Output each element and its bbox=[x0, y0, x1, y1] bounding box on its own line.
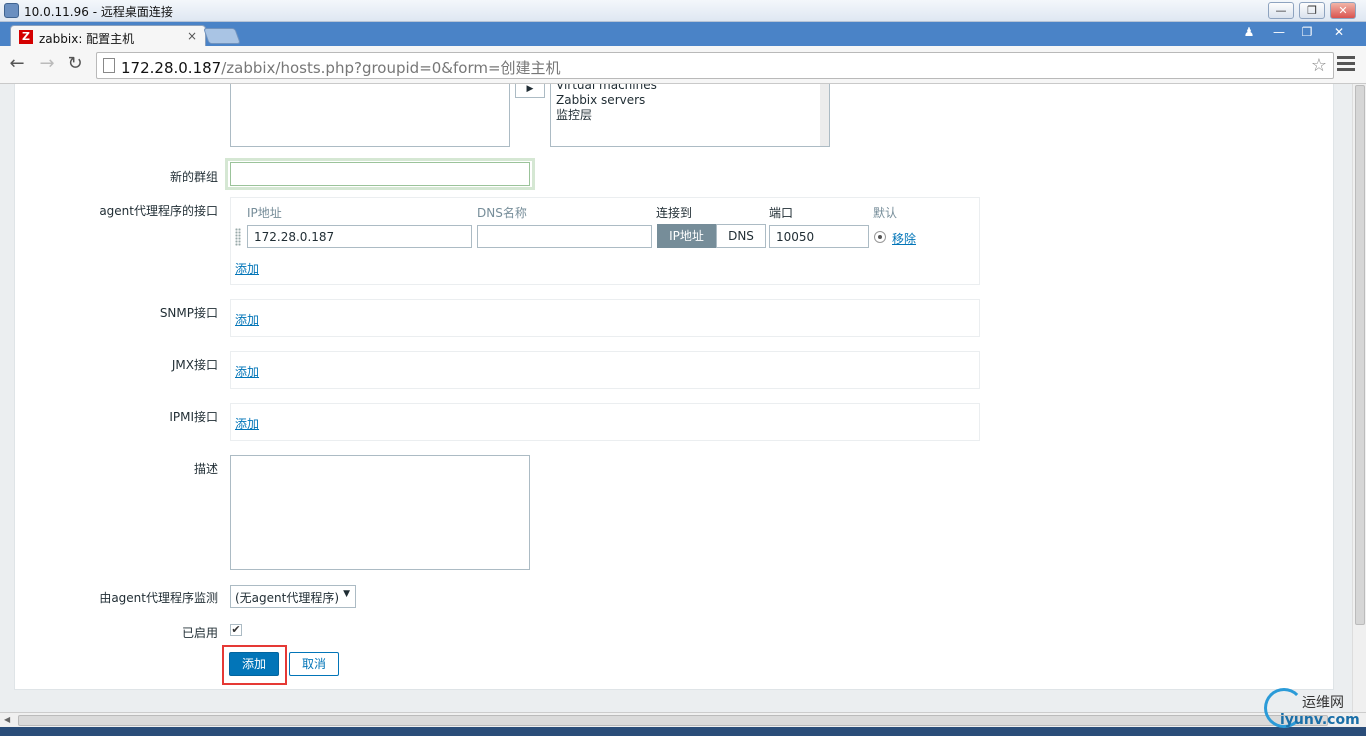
horizontal-scrollbar[interactable]: ◀ bbox=[0, 712, 1366, 727]
list-item[interactable]: Virtual machines bbox=[556, 84, 824, 93]
address-bar[interactable]: 172.28.0.187/zabbix/hosts.php?groupid=0&… bbox=[96, 52, 1334, 79]
new-tab-button[interactable] bbox=[203, 28, 241, 44]
url-path: /zabbix/hosts.php?groupid=0&form=创建主机 bbox=[221, 59, 561, 77]
rdp-title-bar: 10.0.11.96 - 远程桌面连接 — ❐ ✕ bbox=[0, 0, 1366, 22]
browser-toolbar: ← → ↻ 172.28.0.187/zabbix/hosts.php?grou… bbox=[0, 46, 1366, 84]
vertical-scrollbar[interactable] bbox=[1352, 84, 1366, 712]
radio-dot-icon bbox=[878, 235, 882, 239]
jmx-interfaces-box: 添加 bbox=[230, 351, 980, 389]
page-viewport: ▶ Virtual machines Zabbix servers 监控层 新的… bbox=[0, 84, 1352, 712]
add-button[interactable]: 添加 bbox=[229, 652, 279, 676]
page-icon bbox=[103, 58, 115, 73]
tab-title: zabbix: 配置主机 bbox=[39, 32, 135, 46]
new-group-label: 新的群组 bbox=[169, 170, 218, 184]
host-form-content: ▶ Virtual machines Zabbix servers 监控层 新的… bbox=[14, 84, 1334, 690]
horizontal-scroll-thumb[interactable] bbox=[18, 715, 1328, 726]
back-arrow-icon[interactable]: ← bbox=[6, 54, 28, 76]
snmp-interfaces-label: SNMP接口 bbox=[159, 306, 218, 320]
agent-port-input[interactable] bbox=[769, 225, 869, 248]
remote-desktop-icon bbox=[4, 3, 19, 18]
rdp-restore-button[interactable]: ❐ bbox=[1299, 2, 1325, 19]
browser-close-button[interactable]: ✕ bbox=[1326, 23, 1352, 41]
new-group-focus-ring bbox=[225, 158, 535, 190]
agent-dns-input[interactable] bbox=[477, 225, 652, 248]
add-ipmi-interface-link[interactable]: 添加 bbox=[235, 415, 259, 432]
agent-interfaces-box: IP地址 DNS名称 连接到 端口 默认 IP地址 DNS 移除 添加 bbox=[230, 197, 980, 285]
user-profile-icon[interactable]: ♟ bbox=[1236, 23, 1262, 41]
ipmi-interfaces-box: 添加 bbox=[230, 403, 980, 441]
rdp-close-button[interactable]: ✕ bbox=[1330, 2, 1356, 19]
enabled-label: 已启用 bbox=[181, 626, 218, 640]
host-groups-listbox[interactable] bbox=[230, 84, 510, 147]
move-group-button[interactable]: ▶ bbox=[515, 84, 545, 98]
rdp-minimize-button[interactable]: — bbox=[1268, 2, 1294, 19]
add-jmx-interface-link[interactable]: 添加 bbox=[235, 363, 259, 380]
column-connect-header: 连接到 bbox=[656, 206, 693, 220]
bookmark-star-icon[interactable]: ☆ bbox=[1311, 55, 1327, 76]
cancel-button[interactable]: 取消 bbox=[289, 652, 339, 676]
browser-tab-strip: Z zabbix: 配置主机 × ♟ — ❐ ✕ bbox=[0, 22, 1366, 47]
description-label: 描述 bbox=[193, 462, 218, 476]
column-dns-header: DNS名称 bbox=[477, 206, 527, 220]
monitored-by-proxy-label: 由agent代理程序监测 bbox=[99, 591, 218, 605]
scroll-left-icon[interactable]: ◀ bbox=[4, 715, 10, 724]
watermark-site: iyunv.com bbox=[1280, 712, 1360, 728]
watermark-name: 运维网 bbox=[1302, 695, 1344, 711]
column-port-header: 端口 bbox=[769, 206, 794, 220]
rdp-window-title: 10.0.11.96 - 远程桌面连接 bbox=[24, 5, 173, 19]
jmx-interfaces-label: JMX接口 bbox=[171, 358, 218, 372]
description-textarea[interactable] bbox=[230, 455, 530, 570]
proxy-select-value: (无agent代理程序) bbox=[235, 591, 340, 605]
browser-restore-button[interactable]: ❐ bbox=[1294, 23, 1320, 41]
drag-handle-icon[interactable] bbox=[235, 228, 241, 246]
zabbix-favicon-icon: Z bbox=[19, 30, 33, 44]
ipmi-interfaces-label: IPMI接口 bbox=[169, 410, 218, 424]
url-host: 172.28.0.187 bbox=[121, 59, 222, 77]
default-interface-radio[interactable] bbox=[874, 231, 886, 243]
list-item[interactable]: Zabbix servers bbox=[556, 93, 824, 108]
new-group-input[interactable] bbox=[230, 162, 530, 186]
windows-taskbar bbox=[0, 727, 1366, 736]
column-ip-header: IP地址 bbox=[247, 206, 282, 220]
tab-close-icon[interactable]: × bbox=[187, 29, 197, 43]
add-agent-interface-link[interactable]: 添加 bbox=[235, 260, 259, 277]
agent-ip-input[interactable] bbox=[247, 225, 472, 248]
tab-zabbix-config-host[interactable]: Z zabbix: 配置主机 × bbox=[10, 25, 206, 47]
vertical-scroll-thumb[interactable] bbox=[1355, 85, 1365, 625]
connect-dns-toggle[interactable]: DNS bbox=[716, 224, 766, 248]
proxy-select[interactable]: (无agent代理程序) ▼ bbox=[230, 585, 356, 608]
connect-ip-toggle[interactable]: IP地址 bbox=[657, 224, 716, 248]
add-snmp-interface-link[interactable]: 添加 bbox=[235, 311, 259, 328]
snmp-interfaces-box: 添加 bbox=[230, 299, 980, 337]
reload-icon[interactable]: ↻ bbox=[64, 54, 86, 76]
agent-interfaces-label: agent代理程序的接口 bbox=[99, 204, 218, 218]
enabled-checkbox[interactable]: ✔ bbox=[230, 624, 242, 636]
list-item[interactable]: 监控层 bbox=[556, 108, 824, 123]
url-text: 172.28.0.187/zabbix/hosts.php?groupid=0&… bbox=[121, 57, 561, 78]
dropdown-arrow-icon: ▼ bbox=[343, 589, 350, 599]
other-groups-listbox[interactable]: Virtual machines Zabbix servers 监控层 bbox=[550, 84, 830, 147]
browser-minimize-button[interactable]: — bbox=[1266, 23, 1292, 41]
forward-arrow-icon[interactable]: → bbox=[36, 54, 58, 76]
listbox-scrollbar[interactable] bbox=[820, 84, 829, 146]
remove-interface-link[interactable]: 移除 bbox=[892, 230, 916, 247]
column-default-header: 默认 bbox=[873, 206, 898, 220]
chrome-menu-icon[interactable] bbox=[1337, 56, 1355, 74]
